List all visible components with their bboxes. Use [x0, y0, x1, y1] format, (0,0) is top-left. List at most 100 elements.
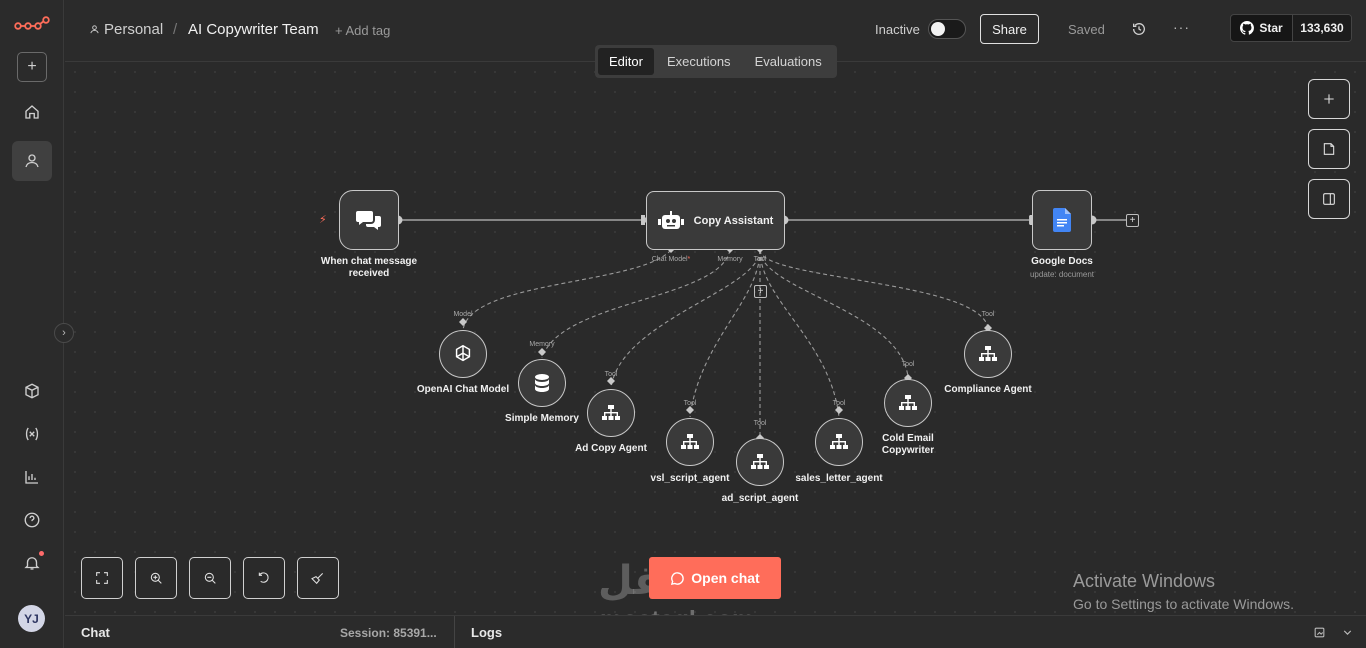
node-ad-copy-agent[interactable]: [587, 389, 635, 437]
panel-icon: [1323, 193, 1335, 205]
add-tool-button[interactable]: +: [754, 285, 767, 298]
undo-icon: [258, 572, 269, 583]
open-chat-button[interactable]: Open chat: [649, 557, 781, 599]
variables-button[interactable]: [12, 414, 52, 454]
breadcrumb-separator: /: [173, 21, 178, 38]
help-button[interactable]: [12, 500, 52, 540]
github-star-count: 133,630: [1293, 15, 1351, 41]
home-icon: [25, 105, 39, 119]
add-button[interactable]: +: [17, 52, 47, 82]
notification-dot: [39, 551, 44, 556]
node-chat-trigger[interactable]: [339, 190, 399, 250]
sticky-note-button[interactable]: [1308, 129, 1350, 169]
avatar[interactable]: YJ: [18, 605, 45, 632]
node-label: OpenAI Chat Model: [416, 384, 510, 395]
bottom-panel-bar: Chat Session: 85391... Logs: [65, 615, 1366, 648]
port-label-tool: Tool: [753, 256, 767, 263]
pop-out-icon[interactable]: [1313, 626, 1326, 639]
port-label: Tool: [981, 311, 995, 318]
node-label: Ad Copy Agent: [575, 443, 647, 454]
help-icon: [24, 512, 40, 528]
user-icon: [90, 25, 99, 34]
divider: [454, 616, 455, 648]
zoom-out-icon: [204, 572, 216, 584]
add-icon: +: [27, 58, 37, 75]
node-label: sales_letter_agent: [795, 473, 883, 484]
status-label: Inactive: [875, 22, 920, 37]
port-label-model: Chat Model*: [651, 256, 691, 263]
active-toggle[interactable]: [928, 19, 966, 39]
node-label: Cold Email Copywriter: [881, 433, 935, 456]
node-simple-memory[interactable]: [518, 359, 566, 407]
n8n-logo[interactable]: [14, 16, 50, 36]
bell-icon: [24, 557, 40, 570]
box-icon: [25, 383, 39, 399]
chevron-down-icon[interactable]: [1341, 626, 1354, 639]
tab-editor[interactable]: Editor: [598, 48, 654, 75]
home-button[interactable]: [12, 92, 52, 132]
port-label: Tool: [901, 361, 915, 368]
node-label: When chat message received: [320, 256, 418, 279]
node-label: Compliance Agent: [944, 384, 1032, 395]
insights-button[interactable]: [12, 457, 52, 497]
collapse-sidebar-button[interactable]: ›: [54, 323, 74, 343]
workflow-canvas[interactable]: [65, 62, 1366, 615]
history-icon[interactable]: [1131, 21, 1147, 37]
sitemap-icon: [979, 346, 997, 361]
user-icon: [25, 154, 39, 168]
node-label: vsl_script_agent: [650, 473, 730, 484]
node-openai-chat-model[interactable]: [439, 330, 487, 378]
tab-executions[interactable]: Executions: [656, 48, 742, 75]
openai-icon: [455, 344, 471, 362]
lightning-icon: ⚡: [319, 214, 327, 226]
port-label: Tool: [832, 400, 846, 407]
undo-button[interactable]: [243, 557, 285, 599]
port-label: Model: [453, 311, 473, 318]
notifications-button[interactable]: [12, 543, 52, 583]
port-label: Tool: [683, 400, 697, 407]
add-node-panel-button[interactable]: [1308, 79, 1350, 119]
chat-panel-tab[interactable]: Chat: [81, 625, 110, 640]
left-sidebar: + YJ: [0, 0, 64, 648]
sitemap-icon: [681, 434, 699, 449]
view-tabs: Editor Executions Evaluations: [595, 45, 837, 78]
tidy-up-button[interactable]: [297, 557, 339, 599]
github-star-label: Star: [1259, 21, 1283, 35]
chat-bubbles-icon: [356, 211, 381, 230]
node-copy-assistant[interactable]: Copy Assistant: [646, 191, 785, 250]
broom-icon: [311, 572, 324, 585]
fit-view-icon: [96, 572, 108, 584]
zoom-out-button[interactable]: [189, 557, 231, 599]
toggle-panel-button[interactable]: [1308, 179, 1350, 219]
saved-status: Saved: [1068, 22, 1105, 37]
workflow-title[interactable]: AI Copywriter Team: [188, 21, 319, 38]
templates-button[interactable]: [12, 371, 52, 411]
node-compliance-agent[interactable]: [964, 330, 1012, 378]
github-star-button[interactable]: Star 133,630: [1230, 14, 1352, 42]
node-vsl-script-agent[interactable]: [666, 418, 714, 466]
personal-button[interactable]: [12, 141, 52, 181]
breadcrumb-project[interactable]: Personal: [89, 21, 163, 38]
port-label: Memory: [529, 341, 555, 348]
database-icon: [535, 374, 549, 392]
fit-view-button[interactable]: [81, 557, 123, 599]
github-icon: [1240, 21, 1255, 35]
node-title: Copy Assistant: [693, 214, 774, 227]
tab-evaluations[interactable]: Evaluations: [744, 48, 833, 75]
add-tag-button[interactable]: + Add tag: [335, 23, 390, 38]
port-label: Tool: [604, 371, 618, 378]
activate-windows-subtitle: Go to Settings to activate Windows.: [1073, 596, 1294, 612]
node-subtitle: update: document: [1029, 270, 1095, 279]
sitemap-icon: [751, 454, 769, 469]
add-node-button[interactable]: +: [1126, 214, 1139, 227]
port-label: Tool: [753, 420, 767, 427]
sitemap-icon: [602, 405, 620, 420]
node-google-docs[interactable]: [1032, 190, 1092, 250]
node-label: ad_script_agent: [721, 493, 799, 504]
logs-panel-tab[interactable]: Logs: [471, 625, 502, 640]
variables-icon: [25, 427, 39, 441]
plus-icon: [1324, 94, 1334, 104]
zoom-in-button[interactable]: [135, 557, 177, 599]
share-button[interactable]: Share: [980, 14, 1039, 44]
more-options-button[interactable]: ···: [1173, 19, 1190, 35]
